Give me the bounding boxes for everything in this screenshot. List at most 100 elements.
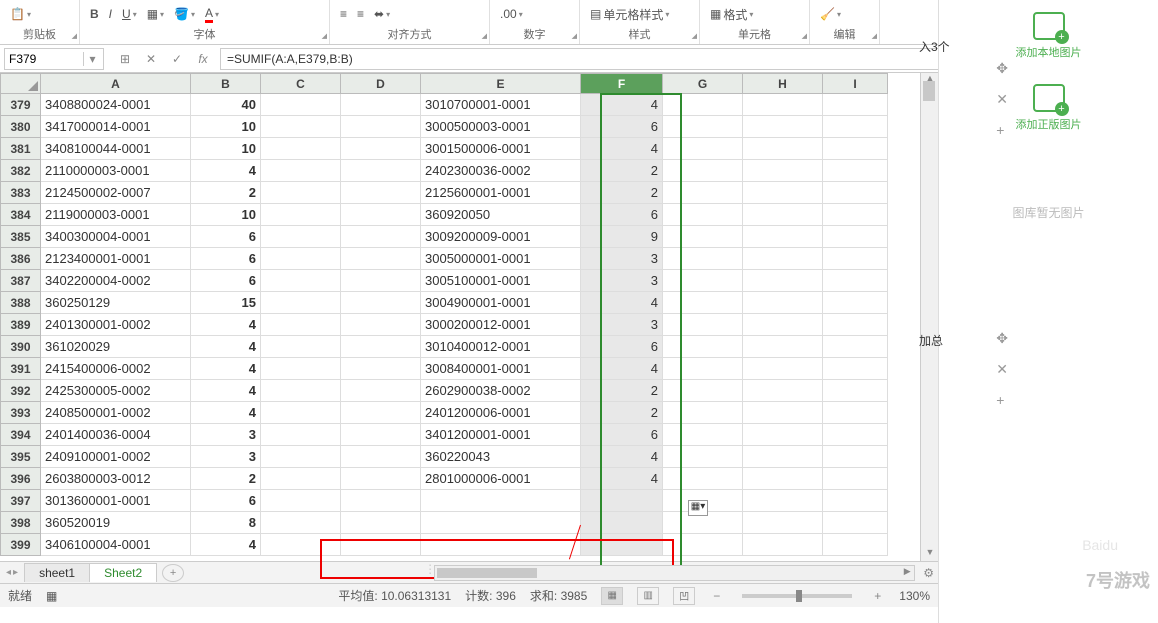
cell-E390[interactable]: 3010400012-0001 xyxy=(421,336,581,358)
cell-F379[interactable]: 4 xyxy=(581,94,663,116)
cell-B381[interactable]: 10 xyxy=(191,138,261,160)
add-icon-2[interactable]: + xyxy=(996,392,1008,408)
cell-F384[interactable]: 6 xyxy=(581,204,663,226)
cell-D393[interactable] xyxy=(341,402,421,424)
cell-D379[interactable] xyxy=(341,94,421,116)
cell-C384[interactable] xyxy=(261,204,341,226)
cell-B390[interactable]: 4 xyxy=(191,336,261,358)
cell-E391[interactable]: 3008400001-0001 xyxy=(421,358,581,380)
cell-B392[interactable]: 4 xyxy=(191,380,261,402)
cell-D389[interactable] xyxy=(341,314,421,336)
cell-G382[interactable] xyxy=(663,160,743,182)
cell-D388[interactable] xyxy=(341,292,421,314)
column-header-D[interactable]: D xyxy=(341,74,421,94)
cell-H399[interactable] xyxy=(743,534,823,556)
accept-formula-icon[interactable]: ✓ xyxy=(166,48,188,70)
cell-G390[interactable] xyxy=(663,336,743,358)
cell-B384[interactable]: 10 xyxy=(191,204,261,226)
row-header-396[interactable]: 396 xyxy=(1,468,41,490)
cell-D390[interactable] xyxy=(341,336,421,358)
cell-H395[interactable] xyxy=(743,446,823,468)
cell-D395[interactable] xyxy=(341,446,421,468)
cell-E392[interactable]: 2602900038-0002 xyxy=(421,380,581,402)
scroll-down-icon[interactable]: ▼ xyxy=(921,547,939,561)
close-icon-2[interactable]: ✕ xyxy=(996,361,1008,378)
cell-H394[interactable] xyxy=(743,424,823,446)
cell-G383[interactable] xyxy=(663,182,743,204)
row-header-394[interactable]: 394 xyxy=(1,424,41,446)
cell-H388[interactable] xyxy=(743,292,823,314)
cell-H390[interactable] xyxy=(743,336,823,358)
horizontal-scrollbar[interactable]: ◀ ▶ xyxy=(434,565,915,581)
cell-B388[interactable]: 15 xyxy=(191,292,261,314)
cell-B389[interactable]: 4 xyxy=(191,314,261,336)
column-header-G[interactable]: G xyxy=(663,74,743,94)
row-header-391[interactable]: 391 xyxy=(1,358,41,380)
cell-G386[interactable] xyxy=(663,248,743,270)
cell-A392[interactable]: 2425300005-0002 xyxy=(41,380,191,402)
cell-B399[interactable]: 4 xyxy=(191,534,261,556)
cell-A397[interactable]: 3013600001-0001 xyxy=(41,490,191,512)
spreadsheet-grid[interactable]: ABCDEFGHI3793408800024-0001403010700001-… xyxy=(0,73,938,561)
cell-E380[interactable]: 3000500003-0001 xyxy=(421,116,581,138)
cell-C390[interactable] xyxy=(261,336,341,358)
cell-F381[interactable]: 4 xyxy=(581,138,663,160)
add-sheet-button[interactable]: + xyxy=(162,564,184,582)
cell-B391[interactable]: 4 xyxy=(191,358,261,380)
cell-B394[interactable]: 3 xyxy=(191,424,261,446)
row-header-398[interactable]: 398 xyxy=(1,512,41,534)
cell-C392[interactable] xyxy=(261,380,341,402)
cell-H386[interactable] xyxy=(743,248,823,270)
cell-B398[interactable]: 8 xyxy=(191,512,261,534)
cell-I392[interactable] xyxy=(823,380,888,402)
fill-color-button[interactable]: 🪣▾ xyxy=(172,5,197,23)
cell-A399[interactable]: 3406100004-0001 xyxy=(41,534,191,556)
cell-F388[interactable]: 4 xyxy=(581,292,663,314)
cell-F393[interactable]: 2 xyxy=(581,402,663,424)
cell-H387[interactable] xyxy=(743,270,823,292)
cell-I379[interactable] xyxy=(823,94,888,116)
cell-D386[interactable] xyxy=(341,248,421,270)
zoom-level[interactable]: 130% xyxy=(899,589,930,603)
view-pagelayout-button[interactable]: ▥ xyxy=(637,587,659,605)
cell-A393[interactable]: 2408500001-0002 xyxy=(41,402,191,424)
merge-button[interactable]: ⬌▾ xyxy=(372,5,392,23)
row-header-395[interactable]: 395 xyxy=(1,446,41,468)
cell-F399[interactable] xyxy=(581,534,663,556)
cell-F395[interactable]: 4 xyxy=(581,446,663,468)
cell-A384[interactable]: 2119000003-0001 xyxy=(41,204,191,226)
row-header-386[interactable]: 386 xyxy=(1,248,41,270)
cell-A385[interactable]: 3400300004-0001 xyxy=(41,226,191,248)
scroll-right-icon[interactable]: ▶ xyxy=(900,566,914,580)
row-header-390[interactable]: 390 xyxy=(1,336,41,358)
cell-A382[interactable]: 2110000003-0001 xyxy=(41,160,191,182)
row-header-382[interactable]: 382 xyxy=(1,160,41,182)
cell-F382[interactable]: 2 xyxy=(581,160,663,182)
cell-D392[interactable] xyxy=(341,380,421,402)
cell-C380[interactable] xyxy=(261,116,341,138)
cell-C382[interactable] xyxy=(261,160,341,182)
column-header-F[interactable]: F xyxy=(581,74,663,94)
row-header-379[interactable]: 379 xyxy=(1,94,41,116)
column-header-E[interactable]: E xyxy=(421,74,581,94)
cell-G395[interactable] xyxy=(663,446,743,468)
macro-record-icon[interactable]: ▦ xyxy=(46,589,57,603)
cell-D383[interactable] xyxy=(341,182,421,204)
cell-B382[interactable]: 4 xyxy=(191,160,261,182)
view-pagebreak-button[interactable]: 凹 xyxy=(673,587,695,605)
cell-E383[interactable]: 2125600001-0001 xyxy=(421,182,581,204)
cell-D382[interactable] xyxy=(341,160,421,182)
name-box-input[interactable] xyxy=(5,52,83,66)
cell-I386[interactable] xyxy=(823,248,888,270)
cell-styles-button[interactable]: ▤ 单元格样式▾ xyxy=(588,4,671,25)
cell-F389[interactable]: 3 xyxy=(581,314,663,336)
format-button[interactable]: ▦ 格式▾ xyxy=(708,4,755,25)
cell-A389[interactable]: 2401300001-0002 xyxy=(41,314,191,336)
cell-I385[interactable] xyxy=(823,226,888,248)
close-icon[interactable]: ✕ xyxy=(996,91,1008,108)
cell-A394[interactable]: 2401400036-0004 xyxy=(41,424,191,446)
cell-I389[interactable] xyxy=(823,314,888,336)
cell-B379[interactable]: 40 xyxy=(191,94,261,116)
cell-E385[interactable]: 3009200009-0001 xyxy=(421,226,581,248)
zoom-out-button[interactable]: − xyxy=(709,589,724,603)
